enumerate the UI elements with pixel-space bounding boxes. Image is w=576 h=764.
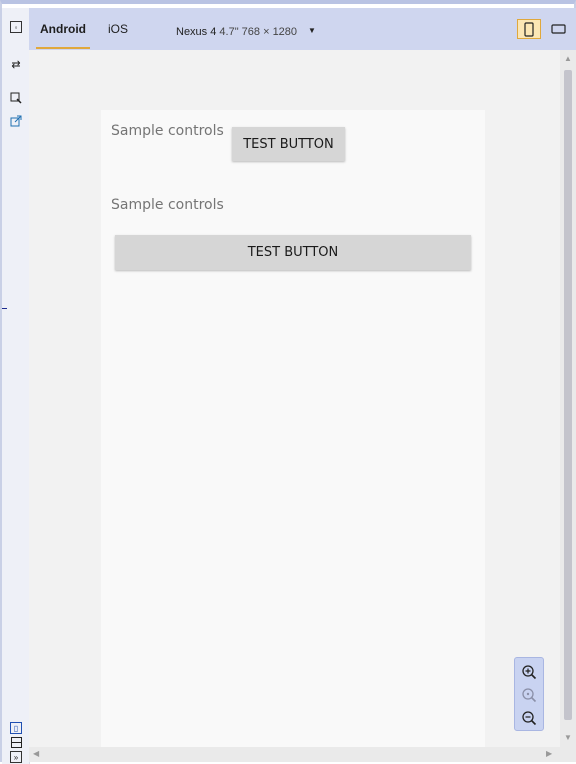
portrait-icon [524, 21, 534, 37]
scroll-left-icon[interactable]: ◀ [33, 749, 39, 758]
device-specs: 4.7" 768 × 1280 [219, 26, 298, 38]
select-element-icon[interactable] [10, 92, 22, 104]
swap-icon[interactable]: ⇄ [10, 58, 22, 71]
horizontal-scrollbar[interactable]: ◀ ▶ [29, 747, 560, 762]
designer-window: ◦ ⇄ ▯ » Android iOS Nexus 4 4.7" 768 × 1… [0, 0, 576, 764]
expand-icon[interactable]: » [10, 751, 22, 763]
layout-icon-2[interactable] [10, 736, 22, 748]
landscape-icon [550, 24, 566, 34]
tab-ios[interactable]: iOS [108, 22, 128, 36]
zoom-controls [514, 657, 544, 731]
scrollbar-corner [560, 747, 576, 762]
landscape-orientation-button[interactable] [546, 19, 570, 39]
left-toolbox: ◦ ⇄ ▯ » [2, 8, 30, 764]
zoom-in-icon[interactable] [520, 663, 538, 681]
sample-controls-label-1: Sample controls [111, 123, 224, 139]
layout-icon-1[interactable]: ▯ [10, 722, 22, 734]
preview-toolbar: Android iOS [29, 8, 576, 50]
tab-android[interactable]: Android [40, 22, 86, 36]
zoom-out-icon[interactable] [520, 709, 538, 727]
toolbox-icon[interactable]: ◦ [10, 21, 22, 33]
scroll-right-icon[interactable]: ▶ [546, 749, 552, 758]
open-external-icon[interactable] [10, 115, 22, 127]
rail-marker [2, 308, 7, 309]
device-selector[interactable]: Nexus 4 4.7" 768 × 1280 [176, 26, 297, 38]
scroll-down-icon[interactable]: ▼ [564, 733, 572, 742]
vertical-scroll-thumb[interactable] [564, 70, 572, 720]
portrait-orientation-button[interactable] [517, 19, 541, 39]
test-button-2[interactable]: TEST BUTTON [115, 235, 471, 270]
device-screen: Sample controls TEST BUTTON Sample contr… [101, 110, 485, 747]
device-name: Nexus 4 [176, 26, 217, 38]
test-button-1[interactable]: TEST BUTTON [232, 127, 345, 161]
chevron-down-icon[interactable]: ▼ [308, 26, 316, 35]
active-tab-indicator [36, 47, 90, 49]
vertical-scrollbar[interactable]: ▲ ▼ [560, 50, 576, 747]
sample-controls-label-2: Sample controls [111, 197, 224, 213]
zoom-reset-icon[interactable] [520, 686, 538, 704]
scroll-up-icon[interactable]: ▲ [564, 54, 572, 63]
